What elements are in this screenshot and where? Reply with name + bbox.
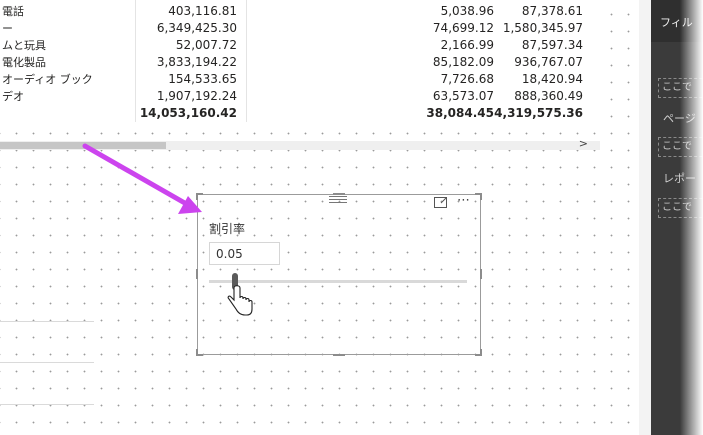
table-total-row[interactable]: 14,053,160.42 38,084.45 4,319,575.36 <box>0 105 600 122</box>
resize-handle[interactable] <box>196 349 198 356</box>
row-value-3: 936,767.07 <box>514 55 583 69</box>
row-value-3: 87,378.61 <box>521 4 583 18</box>
total-value-1: 14,053,160.42 <box>139 106 237 120</box>
row-value-2: 7,726.68 <box>440 72 494 86</box>
row-value-2: 63,573.07 <box>432 89 494 103</box>
row-value-1: 1,907,192.24 <box>156 89 237 103</box>
matrix-table[interactable]: 電話 403,116.81 5,038.96 87,378.61 ー 6,349… <box>0 0 600 122</box>
table-row[interactable]: ー 6,349,425.30 74,699.12 1,580,345.97 <box>0 20 600 37</box>
more-options-icon[interactable]: ⋯ <box>457 193 471 208</box>
table-row[interactable]: 電話 403,116.81 5,038.96 87,378.61 <box>0 3 600 20</box>
row-category: デオ <box>2 90 24 103</box>
slider-track[interactable] <box>209 280 467 283</box>
slider-thumb[interactable] <box>232 273 238 290</box>
row-value-1: 6,349,425.30 <box>156 21 237 35</box>
scrollbar-thumb[interactable] <box>0 142 166 149</box>
slicer-title: 割引率 <box>209 222 246 236</box>
focus-mode-icon[interactable] <box>434 196 448 213</box>
row-value-1: 3,833,194.22 <box>156 55 237 69</box>
total-value-3: 4,319,575.36 <box>494 106 583 120</box>
resize-handle[interactable] <box>480 193 482 200</box>
drag-grip-icon[interactable] <box>329 196 347 204</box>
row-value-3: 888,360.49 <box>514 89 583 103</box>
table-row[interactable]: オーディオ ブック 154,533.65 7,726.68 18,420.94 <box>0 71 600 88</box>
row-value-3: 18,420.94 <box>521 72 583 86</box>
visual-border-line <box>0 321 94 322</box>
row-category: 電話 <box>2 5 24 18</box>
row-value-2: 85,182.09 <box>432 55 494 69</box>
table-row[interactable]: 電化製品 3,833,194.22 85,182.09 936,767.07 <box>0 54 600 71</box>
resize-handle[interactable] <box>333 354 345 356</box>
table-row[interactable]: ムと玩具 52,007.72 2,166.99 87,597.34 <box>0 37 600 54</box>
row-category: ー <box>2 22 13 35</box>
row-value-1: 403,116.81 <box>168 4 237 18</box>
resize-handle[interactable] <box>196 269 198 279</box>
row-value-1: 154,533.65 <box>168 72 237 86</box>
row-value-2: 5,038.96 <box>440 4 494 18</box>
horizontal-scrollbar[interactable]: > <box>0 137 600 150</box>
row-value-1: 52,007.72 <box>175 38 237 52</box>
resize-handle[interactable] <box>480 269 482 279</box>
visual-border-line <box>0 404 94 405</box>
scroll-right-arrow[interactable]: > <box>579 137 588 151</box>
row-category: ムと玩具 <box>2 39 46 52</box>
edge-shadow <box>680 0 703 435</box>
visual-border-line <box>0 362 94 363</box>
resize-handle[interactable] <box>333 193 345 195</box>
slicer-value-input[interactable]: 0.05 <box>209 242 280 265</box>
pane-divider <box>639 0 651 435</box>
resize-handle[interactable] <box>480 349 482 356</box>
row-value-2: 74,699.12 <box>432 21 494 35</box>
table-row[interactable]: デオ 1,907,192.24 63,573.07 888,360.49 <box>0 88 600 105</box>
row-value-3: 1,580,345.97 <box>502 21 583 35</box>
row-value-3: 87,597.34 <box>521 38 583 52</box>
report-canvas[interactable]: 電話 403,116.81 5,038.96 87,378.61 ー 6,349… <box>0 0 639 435</box>
row-category: オーディオ ブック <box>2 73 93 86</box>
slicer-visual[interactable]: ⋯ 割引率 0.05 <box>196 193 482 356</box>
resize-handle[interactable] <box>196 193 198 200</box>
row-category: 電化製品 <box>2 56 46 69</box>
row-value-2: 2,166.99 <box>440 38 494 52</box>
total-value-2: 38,084.45 <box>426 106 494 120</box>
